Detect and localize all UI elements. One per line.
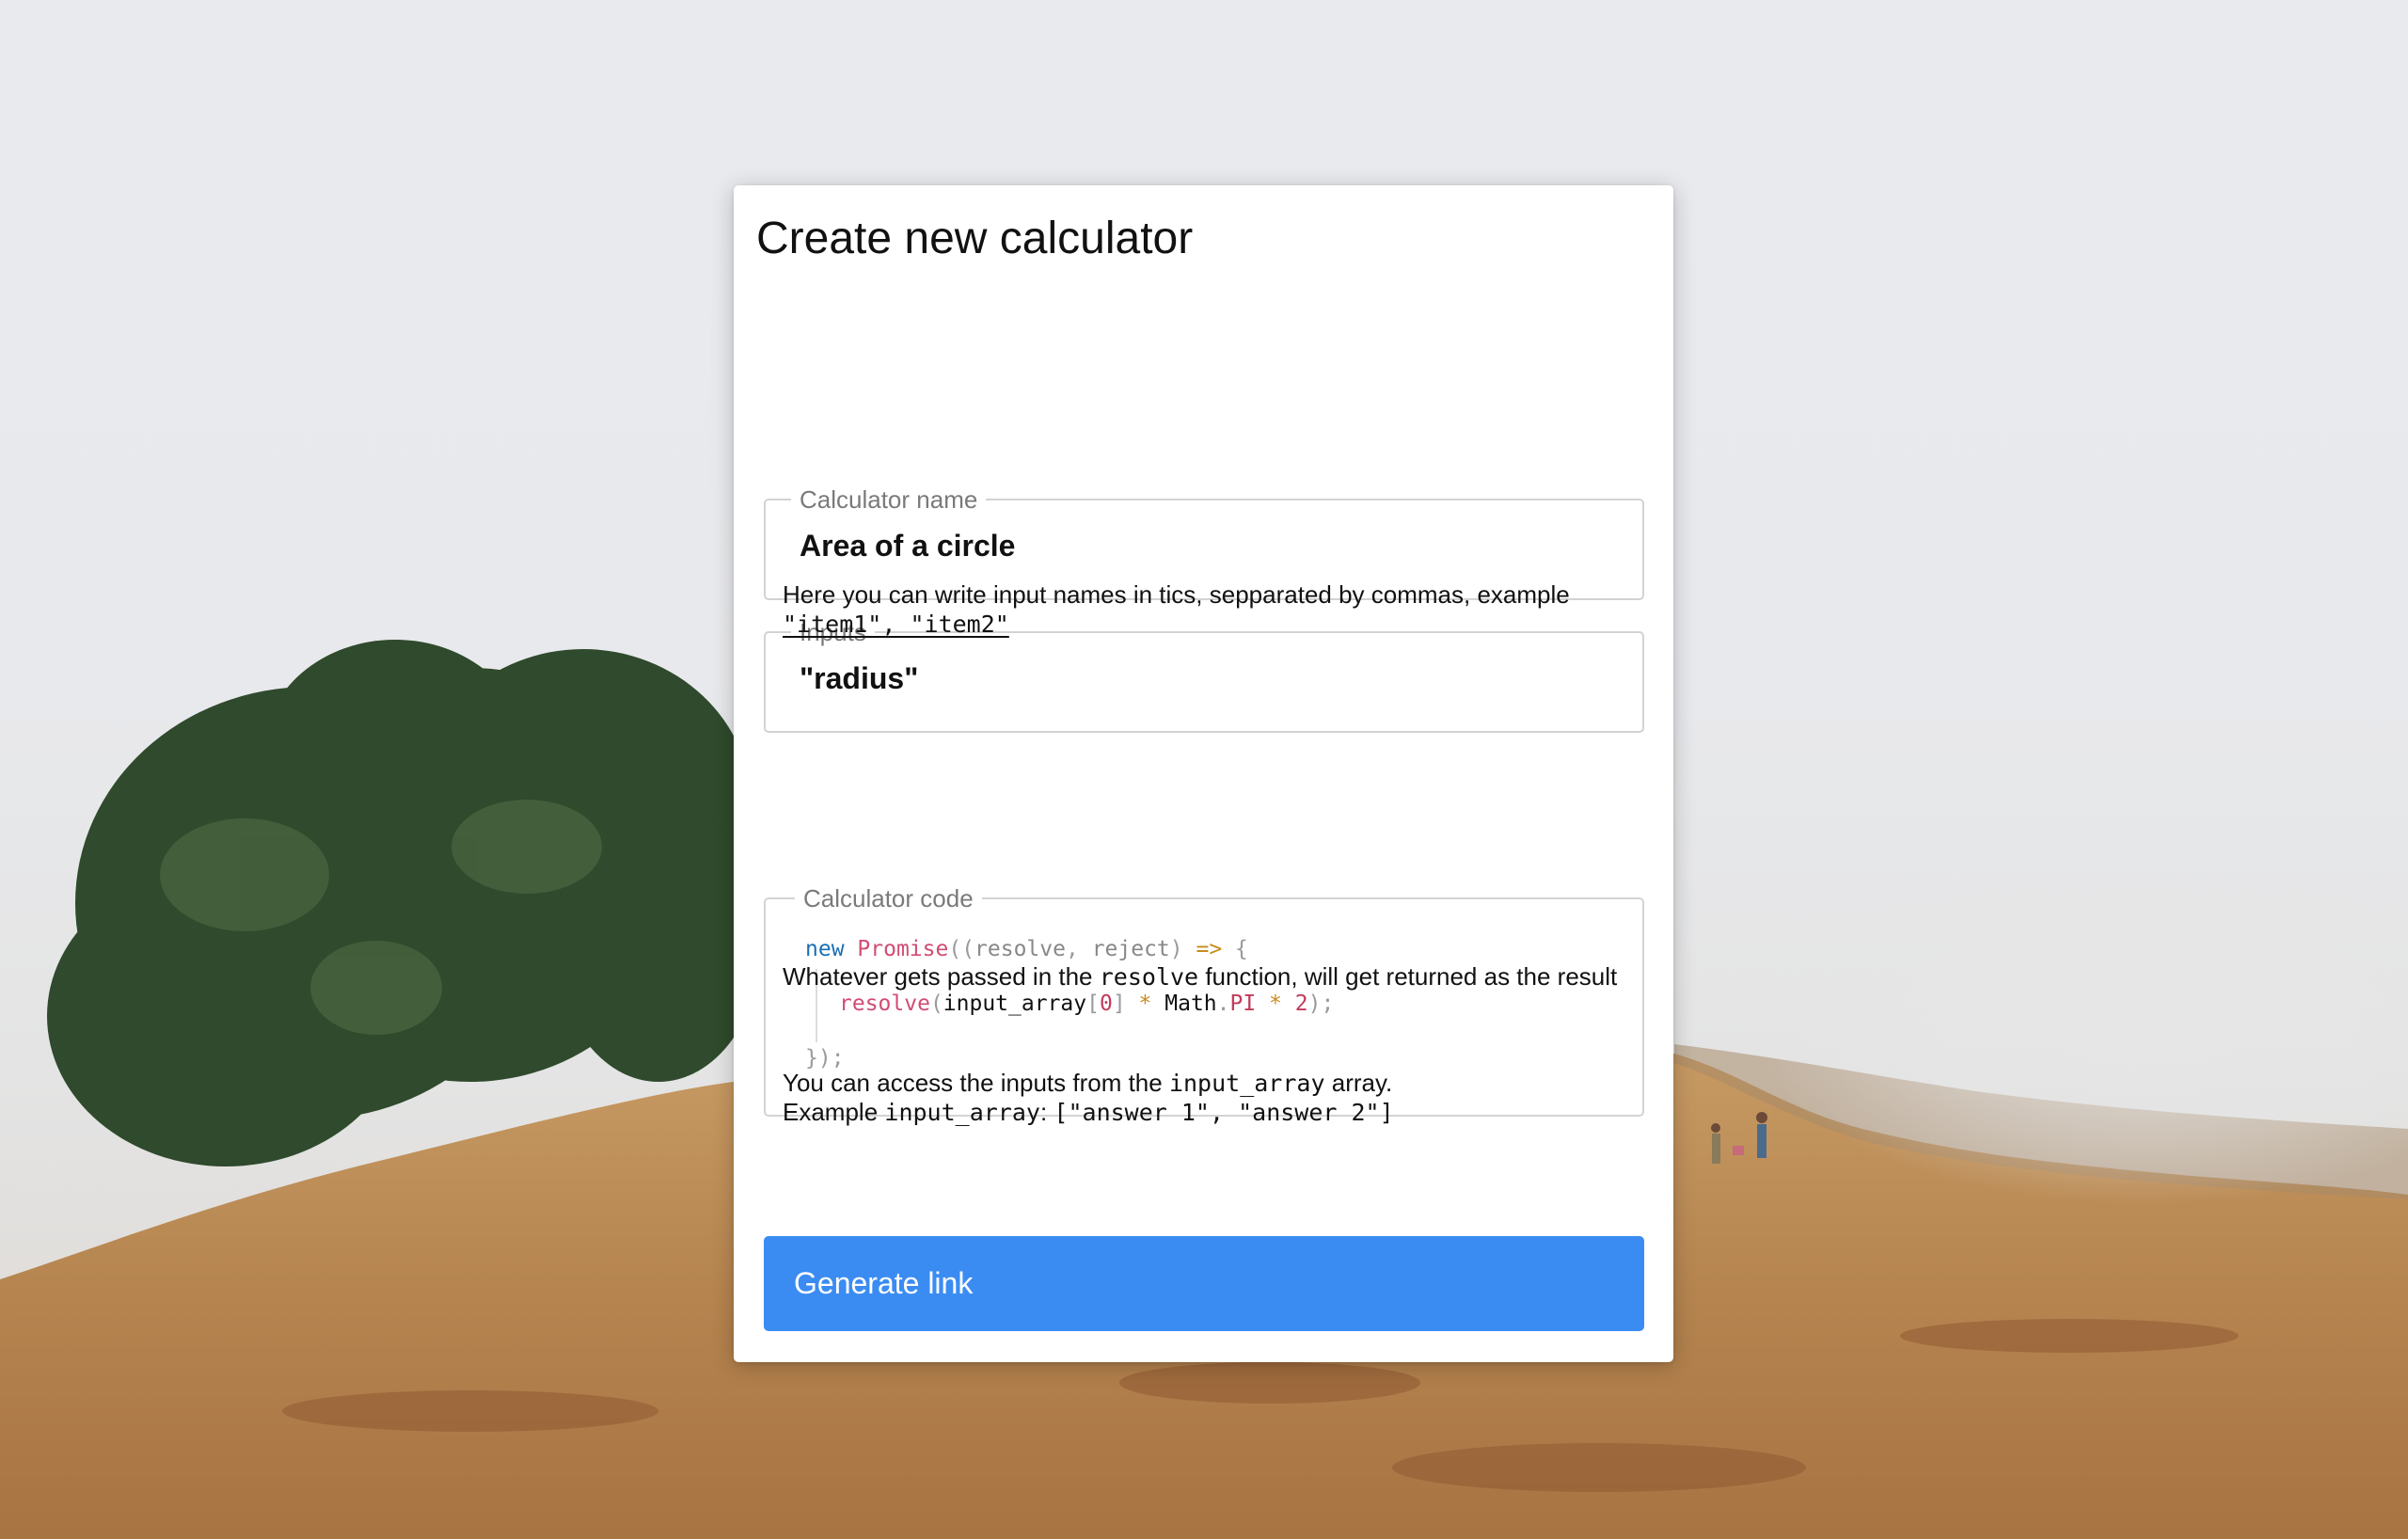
code-comma: , — [1065, 937, 1092, 961]
tree — [47, 640, 762, 1166]
code-factor: 2 — [1294, 992, 1308, 1016]
array-help-line2-before: Example — [783, 1098, 885, 1126]
calculator-name-value[interactable]: Area of a circle — [800, 512, 1608, 561]
code-object: Math — [1164, 992, 1217, 1016]
array-help-text: You can access the inputs from the input… — [783, 1069, 1629, 1127]
code-class-name: Promise — [857, 937, 949, 961]
code-times-1: * — [1125, 992, 1165, 1016]
calculator-code-label: Calculator code — [803, 884, 974, 912]
code-line-1: new Promise((resolve, reject) => { — [805, 939, 1248, 960]
array-help-line2-colon: : — [1039, 1098, 1054, 1126]
code-times-2: * — [1256, 992, 1295, 1016]
code-keyword: new — [805, 937, 845, 961]
code-call-open: ( — [929, 992, 943, 1016]
resolve-help-code: resolve — [1099, 963, 1199, 991]
generate-link-button[interactable]: Generate link — [764, 1236, 1644, 1331]
inputs-value[interactable]: "radius" — [800, 644, 1608, 693]
code-arrow: => — [1196, 937, 1223, 961]
code-param-reject: reject — [1091, 937, 1170, 961]
code-call: resolve — [839, 992, 930, 1016]
code-property: PI — [1229, 992, 1257, 1016]
code-close-paren: ) — [1169, 937, 1196, 961]
array-help-line2-code: input_array — [884, 1099, 1040, 1126]
code-param-resolve: resolve — [974, 937, 1066, 961]
array-help-line1-code: input_array — [1168, 1070, 1325, 1097]
code-call-close: ); — [1307, 992, 1335, 1016]
code-brace: { — [1222, 937, 1248, 961]
code-line-3: }); — [805, 1046, 845, 1071]
resolve-help-text: Whatever gets passed in the resolve func… — [783, 962, 1629, 992]
resolve-help-after: function, will get returned as the resul… — [1198, 962, 1618, 991]
inputs-help-sentence: Here you can write input names in tics, … — [783, 580, 1570, 609]
code-lbracket: [ — [1086, 992, 1100, 1016]
code-rbracket: ] — [1112, 992, 1126, 1016]
array-help-line1-after: array. — [1324, 1069, 1393, 1097]
code-dot: . — [1216, 992, 1230, 1016]
array-help-line1-before: You can access the inputs from the — [783, 1069, 1169, 1097]
card-title: Create new calculator — [756, 214, 1194, 263]
inputs-help-text: Here you can write input names in tics, … — [783, 580, 1629, 639]
code-index: 0 — [1099, 992, 1113, 1016]
code-open-paren: (( — [948, 937, 975, 961]
inputs-help-example[interactable]: "item1", "item2" — [783, 611, 1009, 638]
create-calculator-card: Create new calculator Calculator name Ar… — [734, 185, 1673, 1362]
resolve-help-before: Whatever gets passed in the — [783, 962, 1100, 991]
array-help-line2-example: ["answer 1", "answer 2"] — [1054, 1099, 1394, 1126]
calculator-name-label: Calculator name — [800, 485, 978, 514]
code-array: input_array — [943, 992, 1087, 1016]
code-line-2: resolve(input_array[0] * Math.PI * 2); — [839, 993, 1334, 1015]
